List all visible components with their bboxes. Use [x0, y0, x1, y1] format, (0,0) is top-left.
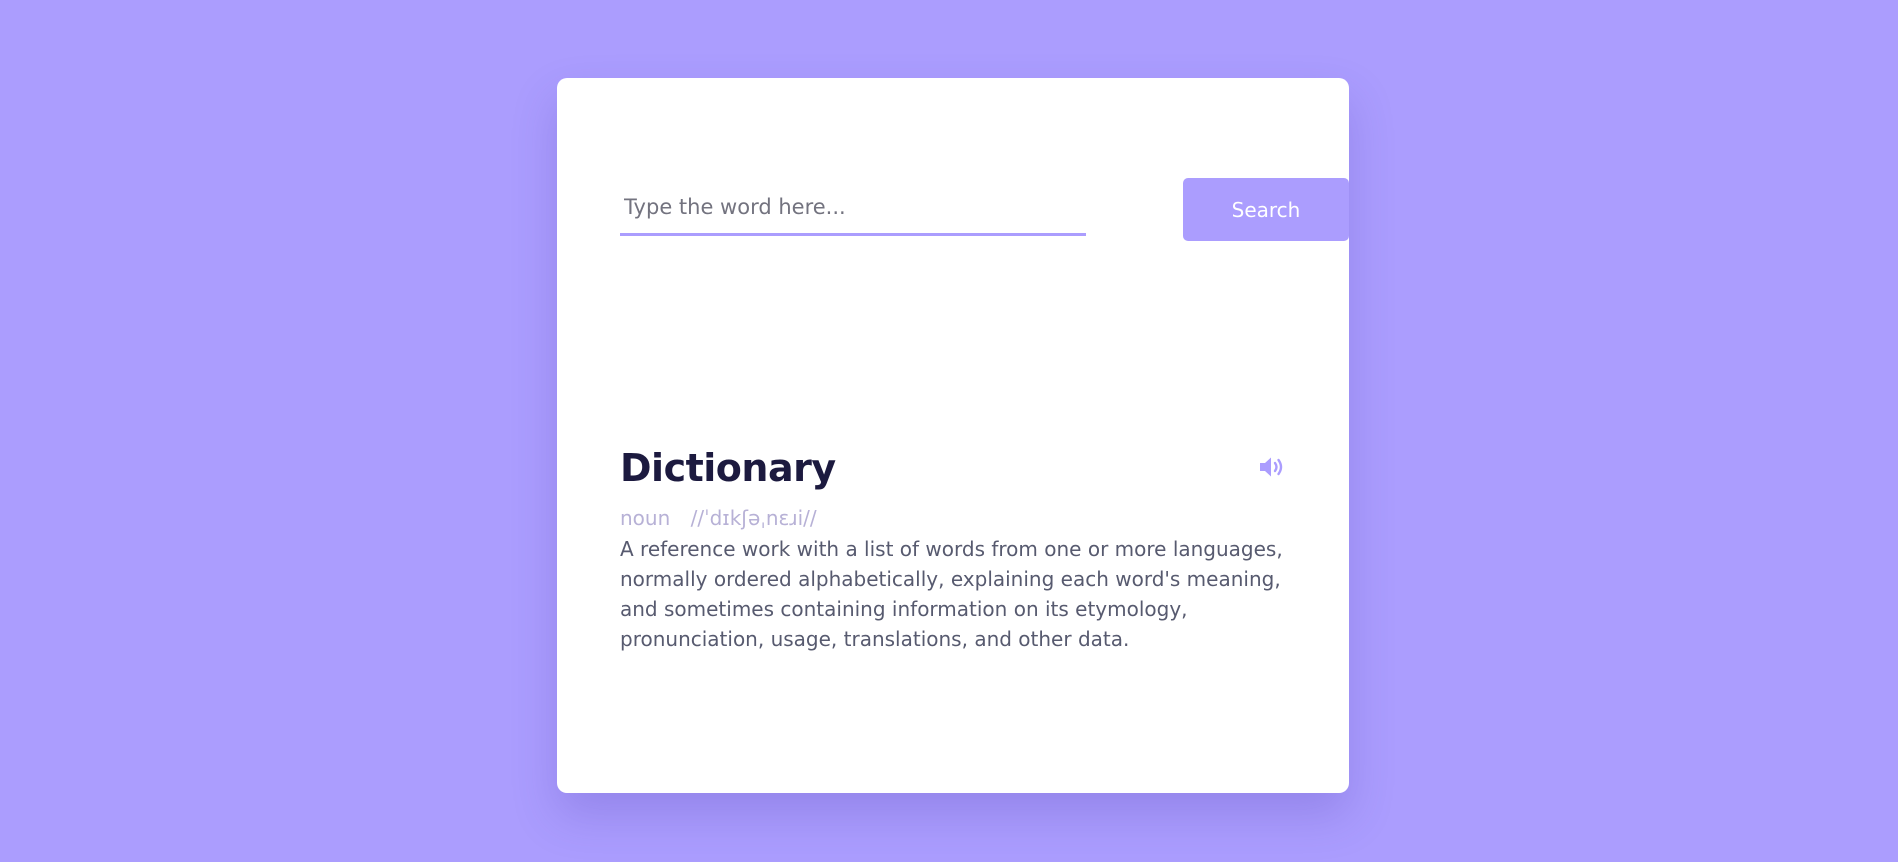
result-section: Dictionary noun //ˈdɪkʃəˌnɛɹi// A refere…	[620, 440, 1286, 654]
search-input[interactable]	[620, 186, 1086, 236]
word-row: Dictionary	[620, 440, 1286, 496]
word-title: Dictionary	[620, 446, 836, 490]
volume-icon	[1260, 457, 1283, 477]
part-of-speech: noun	[620, 506, 671, 530]
search-button[interactable]: Search	[1183, 178, 1349, 241]
definition: A reference work with a list of words fr…	[620, 537, 1283, 651]
search-row: Search	[620, 178, 1349, 241]
word-meta: noun //ˈdɪkʃəˌnɛɹi//	[620, 502, 1286, 534]
phonetic: //ˈdɪkʃəˌnɛɹi//	[690, 506, 817, 530]
play-pronunciation-button[interactable]	[1258, 454, 1286, 480]
dictionary-card: Search Dictionary noun //ˈdɪkʃəˌnɛɹi// A…	[557, 78, 1349, 793]
